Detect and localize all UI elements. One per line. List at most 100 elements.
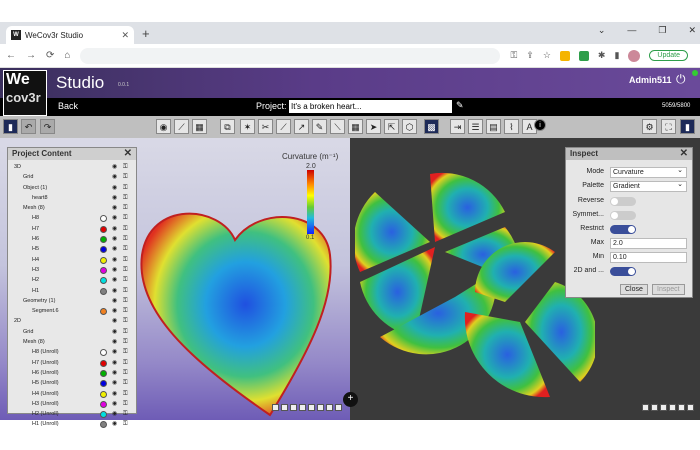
edit-icon[interactable]: ✎ xyxy=(456,100,464,111)
tree-row[interactable]: 2D ◉ ⚿ xyxy=(10,316,134,326)
lock-icon[interactable]: ⚿ xyxy=(123,172,128,182)
tree-row[interactable]: H2 (Unroll) ◉ ⚿ xyxy=(10,409,134,419)
tree-row[interactable]: Grid ◉ ⚿ xyxy=(10,327,134,337)
tree-row[interactable]: H8 ◉ ⚿ xyxy=(10,213,134,223)
lock-icon[interactable]: ⚿ xyxy=(123,244,128,254)
eye-icon[interactable]: ◉ xyxy=(112,255,117,265)
eye-icon[interactable]: ◉ xyxy=(112,224,117,234)
eye-icon[interactable]: ◉ xyxy=(112,419,117,429)
new-tab-button[interactable]: + xyxy=(142,26,150,41)
close-icon[interactable]: ✕ xyxy=(680,148,688,160)
tree-row[interactable]: Mesh (8) ◉ ⚿ xyxy=(10,337,134,347)
view-control-icon[interactable] xyxy=(326,404,333,411)
eye-icon[interactable]: ◉ xyxy=(112,172,117,182)
lock-icon[interactable]: ⚿ xyxy=(123,234,128,244)
cut-tool-icon[interactable]: ✂ xyxy=(258,119,273,134)
tree-row[interactable]: Geometry (1) ◉ ⚿ xyxy=(10,296,134,306)
table-icon[interactable]: ▤ xyxy=(486,119,501,134)
lock-icon[interactable]: ⚿ xyxy=(123,409,128,419)
color-swatch[interactable] xyxy=(100,400,107,408)
eye-icon[interactable]: ◉ xyxy=(112,306,117,316)
view-control-icon[interactable] xyxy=(669,404,676,411)
eye-icon[interactable]: ◉ xyxy=(112,234,117,244)
lock-icon[interactable]: ⚿ xyxy=(123,368,128,378)
min-input[interactable]: 0.10 xyxy=(610,252,687,263)
draw-tool-icon[interactable]: ✎ xyxy=(312,119,327,134)
back-button[interactable]: Back xyxy=(58,101,78,111)
forward-nav-icon[interactable]: → xyxy=(26,50,36,61)
key-icon[interactable]: ⚿ xyxy=(510,50,517,61)
eye-icon[interactable]: ◉ xyxy=(112,316,117,326)
tree-row[interactable]: heart8 ◉ ⚿ xyxy=(10,193,134,203)
lock-icon[interactable]: ⚿ xyxy=(123,347,128,357)
restrict-toggle[interactable] xyxy=(610,225,636,234)
eye-icon[interactable]: ◉ xyxy=(112,296,117,306)
undo-icon[interactable]: ↶ xyxy=(21,119,36,134)
lock-icon[interactable]: ⚿ xyxy=(123,306,128,316)
select-tool-icon[interactable]: ➤ xyxy=(366,119,381,134)
eye-icon[interactable]: ◉ xyxy=(112,389,117,399)
eye-icon[interactable]: ◉ xyxy=(112,399,117,409)
color-swatch[interactable] xyxy=(100,390,107,398)
eye-icon[interactable]: ◉ xyxy=(112,244,117,254)
close-window-button[interactable]: ✕ xyxy=(688,25,696,36)
tree-row[interactable]: H6 ◉ ⚿ xyxy=(10,234,134,244)
view-control-icon[interactable] xyxy=(687,404,694,411)
lock-icon[interactable]: ⚿ xyxy=(123,162,128,172)
color-swatch[interactable] xyxy=(100,287,107,295)
tree-row[interactable]: Object (1) ◉ ⚿ xyxy=(10,183,134,193)
lock-icon[interactable]: ⚿ xyxy=(123,419,128,429)
star-tool-icon[interactable]: ✶ xyxy=(240,119,255,134)
redo-icon[interactable]: ↷ xyxy=(40,119,55,134)
view-control-icon[interactable] xyxy=(642,404,649,411)
mode-select[interactable]: Curvature xyxy=(610,166,687,178)
lock-icon[interactable]: ⚿ xyxy=(123,378,128,388)
lock-icon[interactable]: ⚿ xyxy=(123,203,128,213)
view-control-icon[interactable] xyxy=(651,404,658,411)
eye-icon[interactable]: ◉ xyxy=(112,337,117,347)
max-input[interactable]: 2.0 xyxy=(610,238,687,249)
restore-button[interactable]: ❐ xyxy=(658,25,666,36)
tree-row[interactable]: Grid ◉ ⚿ xyxy=(10,172,134,182)
update-button[interactable]: Update xyxy=(649,50,688,61)
view-control-icon[interactable] xyxy=(281,404,288,411)
eye-icon[interactable]: ◉ xyxy=(112,213,117,223)
view-control-icon[interactable] xyxy=(335,404,342,411)
tree-row[interactable]: H6 (Unroll) ◉ ⚿ xyxy=(10,368,134,378)
gear-icon[interactable]: ⚙ xyxy=(642,119,657,134)
tree-row[interactable]: H7 ◉ ⚿ xyxy=(10,224,134,234)
color-swatch[interactable] xyxy=(100,225,107,233)
tree-row[interactable]: H4 ◉ ⚿ xyxy=(10,255,134,265)
eye-icon[interactable]: ◉ xyxy=(112,265,117,275)
inspect-button[interactable]: Inspect xyxy=(652,284,685,295)
view-control-icon[interactable] xyxy=(660,404,667,411)
reverse-toggle[interactable] xyxy=(610,197,636,206)
color-swatch[interactable] xyxy=(100,380,107,388)
lock-icon[interactable]: ⚿ xyxy=(123,337,128,347)
tree-row[interactable]: H1 (Unroll) ◉ ⚿ xyxy=(10,419,134,429)
grid-tool-icon[interactable]: ▦ xyxy=(348,119,363,134)
browser-tab[interactable]: W WeCov3r Studio ✕ xyxy=(6,26,134,44)
view-control-icon[interactable] xyxy=(317,404,324,411)
color-swatch[interactable] xyxy=(100,246,107,254)
tree-row[interactable]: H7 (Unroll) ◉ ⚿ xyxy=(10,358,134,368)
right-panel-toggle-icon[interactable]: ▮ xyxy=(680,119,695,134)
view-control-icon[interactable] xyxy=(272,404,279,411)
color-swatch[interactable] xyxy=(100,215,107,223)
eye-icon[interactable]: ◉ xyxy=(112,193,117,203)
tab-close-icon[interactable]: ✕ xyxy=(121,30,129,41)
back-nav-icon[interactable]: ← xyxy=(6,50,16,61)
view-control-icon[interactable] xyxy=(299,404,306,411)
reload-icon[interactable]: ⟳ xyxy=(46,50,54,61)
tree-row[interactable]: H1 ◉ ⚿ xyxy=(10,286,134,296)
tree-row[interactable]: H2 ◉ ⚿ xyxy=(10,275,134,285)
lock-icon[interactable]: ⚿ xyxy=(123,327,128,337)
puzzle-icon[interactable]: ✱ xyxy=(598,50,606,61)
eye-icon[interactable]: ◉ xyxy=(112,203,117,213)
view-eye-icon[interactable]: ◉ xyxy=(156,119,171,134)
lock-icon[interactable]: ⚿ xyxy=(123,296,128,306)
eye-icon[interactable]: ◉ xyxy=(112,286,117,296)
panel-toggle-icon[interactable]: ▮ xyxy=(3,119,18,134)
view-control-icon[interactable] xyxy=(308,404,315,411)
color-swatch[interactable] xyxy=(100,411,107,419)
